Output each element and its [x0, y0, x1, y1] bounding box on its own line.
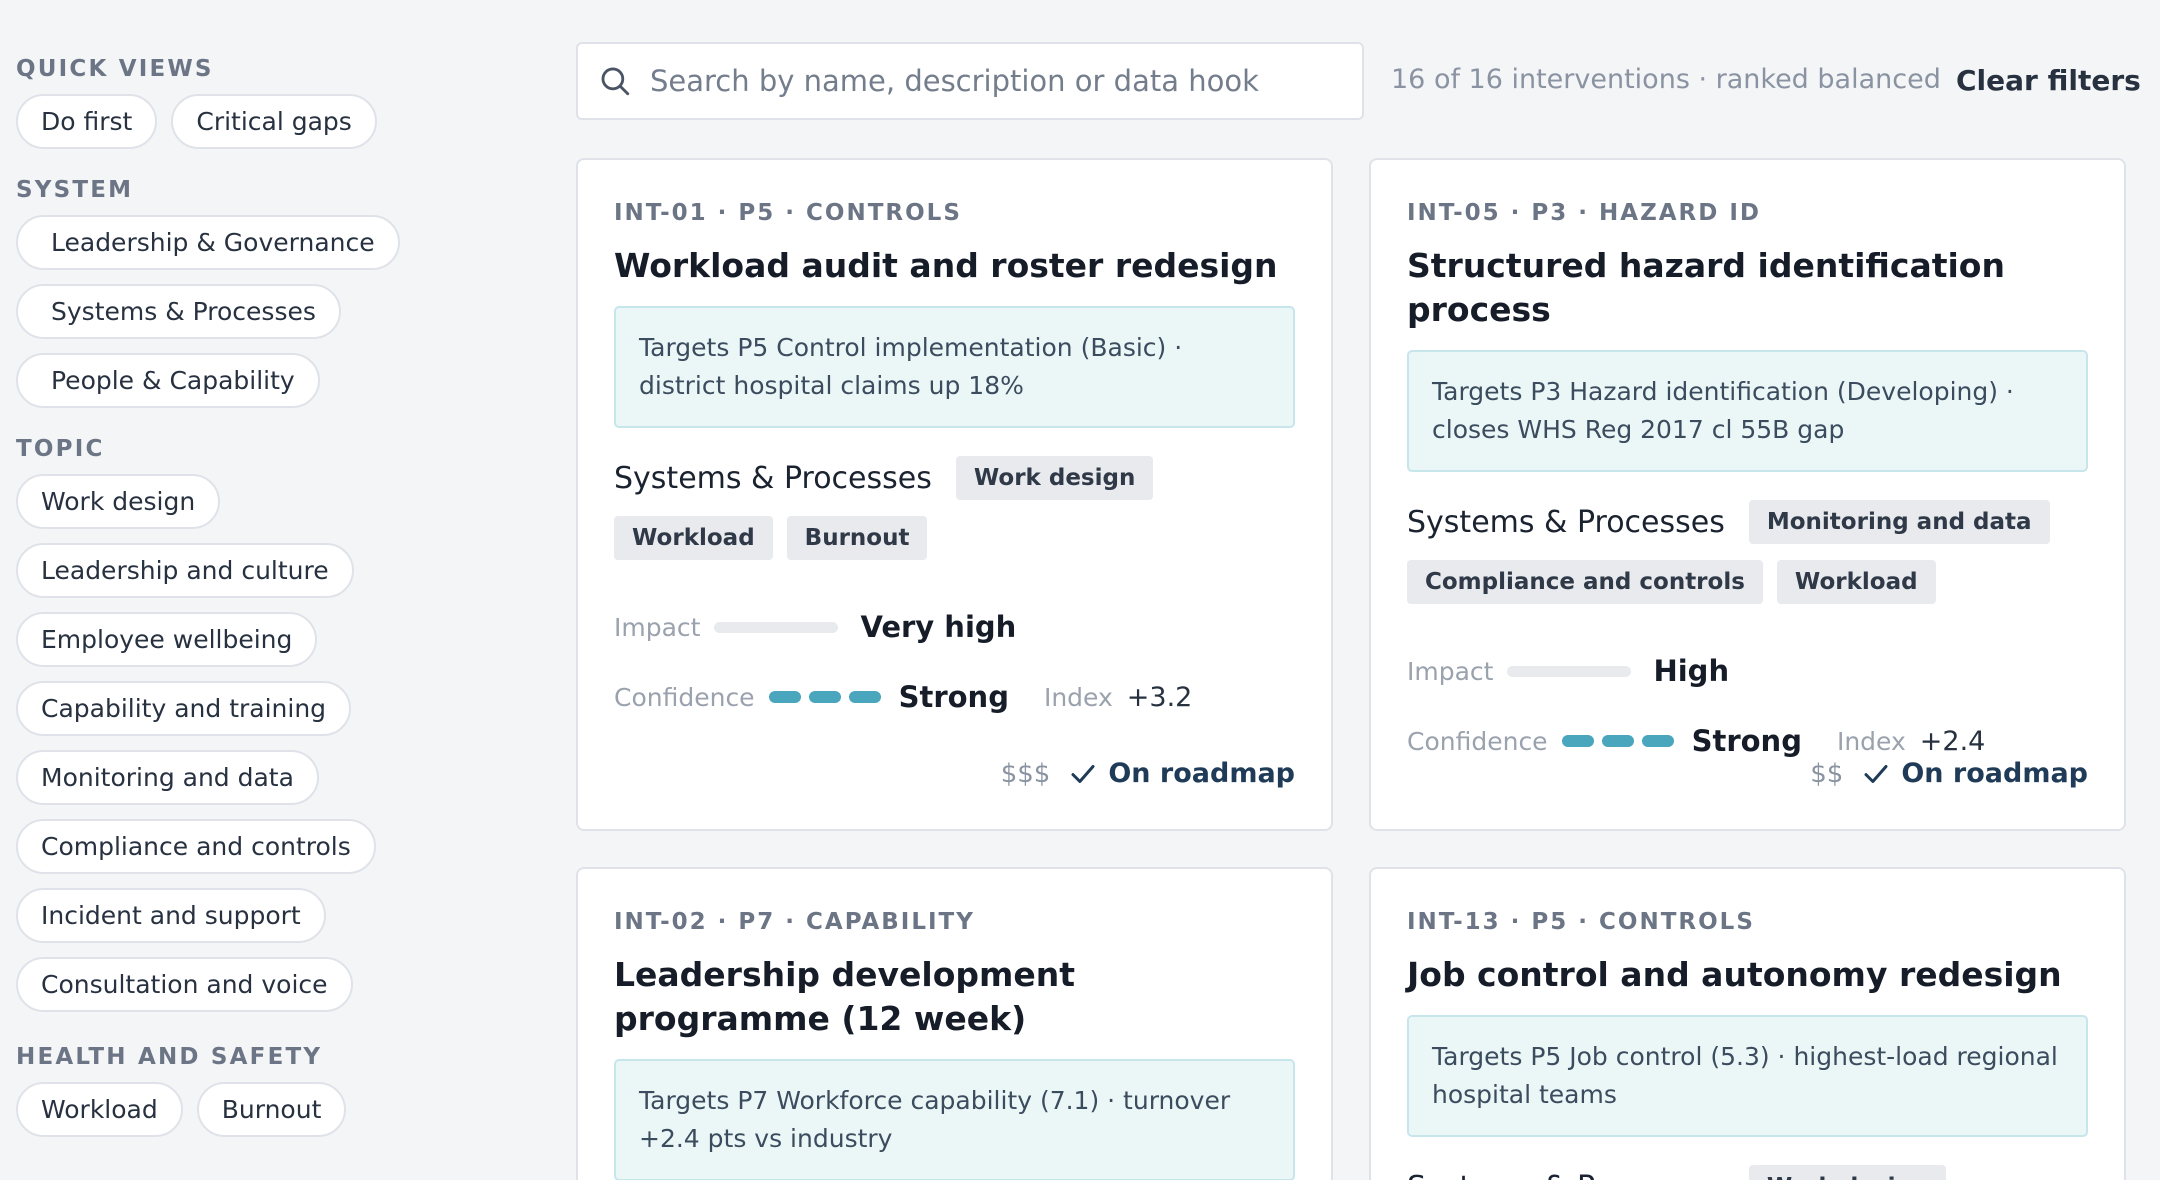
tag: Work design [955, 456, 1154, 500]
impact-value: High [1653, 654, 1730, 688]
intervention-card[interactable]: INT-02 · P7 · CAPABILITY Leadership deve… [576, 867, 1333, 1180]
system-chips: Leadership & Governance Systems & Proces… [16, 215, 486, 408]
chip-people-capability[interactable]: People & Capability [16, 353, 320, 408]
chip-work-design[interactable]: Work design [16, 474, 221, 529]
tag: Monitoring and data [1748, 500, 2050, 544]
card-footer: $$$ On roadmap [1001, 758, 1295, 789]
index-label: Index [1836, 726, 1906, 756]
tag: Compliance and controls [1407, 560, 1763, 604]
card-title: Job control and autonomy redesign [1407, 955, 2062, 994]
search-input[interactable] [650, 64, 1330, 98]
intervention-card[interactable]: INT-01 · P5 · CONTROLS Workload audit an… [576, 158, 1333, 831]
card-title: Workload audit and roster redesign [614, 246, 1278, 285]
chip-systems-processes[interactable]: Systems & Processes [16, 284, 341, 339]
card-target: Targets P5 Job control (5.3) · highest-l… [1407, 1015, 2088, 1137]
card-meta: INT-02 · P7 · CAPABILITY [614, 909, 975, 935]
health-safety-chips: Workload Burnout [16, 1082, 486, 1137]
chip-burnout[interactable]: Burnout [196, 1082, 347, 1137]
card-title: Structured hazard identification process [1407, 246, 2005, 329]
index-label: Index [1043, 682, 1113, 712]
impact-row: Impact High [1407, 654, 2088, 688]
card-target: Targets P5 Control implementation (Basic… [614, 306, 1295, 428]
chip-compliance-controls[interactable]: Compliance and controls [16, 819, 376, 874]
chip-employee-wellbeing[interactable]: Employee wellbeing [16, 612, 318, 667]
chip-consultation-voice[interactable]: Consultation and voice [16, 957, 353, 1012]
roadmap-status[interactable]: On roadmap [1901, 758, 2088, 789]
confidence-value: Strong [1691, 724, 1802, 758]
impact-label: Impact [614, 612, 701, 642]
confidence-segment [808, 691, 841, 703]
card-footer: $$ On roadmap [1810, 758, 2088, 789]
cost-indicator: $$$ [1000, 758, 1051, 789]
card-meta: INT-13 · P5 · CONTROLS [1407, 909, 1755, 935]
card-tags: Systems & Processes Work design [1407, 1165, 2088, 1180]
results-count: 16 of 16 interventions · ranked balanced [1391, 64, 1941, 95]
chip-leadership-culture[interactable]: Leadership and culture [16, 543, 354, 598]
topic-chips: Work design Leadership and culture Emplo… [16, 474, 486, 1012]
index-value: +3.2 [1126, 681, 1193, 713]
section-title-quick-views: QUICK VIEWS [16, 56, 214, 82]
tag: Workload [614, 516, 773, 560]
card-meta: INT-01 · P5 · CONTROLS [614, 200, 962, 226]
check-icon [1071, 764, 1095, 783]
card-target: Targets P7 Workforce capability (7.1) · … [614, 1059, 1295, 1180]
tag: Burnout [786, 516, 928, 560]
section-title-system: SYSTEM [16, 177, 134, 203]
confidence-segment [848, 691, 881, 703]
cost-indicator: $$ [1810, 758, 1844, 789]
chip-monitoring-data[interactable]: Monitoring and data [16, 750, 319, 805]
chip-critical-gaps[interactable]: Critical gaps [171, 94, 377, 149]
confidence-segment [768, 691, 801, 703]
tag: Workload [1776, 560, 1936, 604]
chip-do-first[interactable]: Do first [16, 94, 158, 149]
confidence-label: Confidence [614, 682, 755, 712]
impact-value: Very high [860, 610, 1017, 644]
section-title-health-safety: HEALTH AND SAFETY [16, 1044, 323, 1070]
impact-row: Impact Very high [614, 610, 1295, 644]
check-icon [1864, 764, 1888, 783]
card-meta: INT-05 · P3 · HAZARD ID [1407, 200, 1762, 226]
tag: Work design [1748, 1165, 1947, 1180]
card-tags: Systems & Processes Work design Workload… [614, 456, 1295, 560]
roadmap-status[interactable]: On roadmap [1108, 758, 1295, 789]
card-pillar: Systems & Processes [614, 460, 932, 496]
intervention-card[interactable]: INT-05 · P3 · HAZARD ID Structured hazar… [1369, 158, 2126, 831]
confidence-segment [1641, 735, 1674, 747]
card-tags: Systems & Processes Monitoring and data … [1407, 500, 2088, 604]
impact-bar [714, 621, 839, 633]
quick-views-chips: Do first Critical gaps [16, 94, 486, 149]
intervention-card[interactable]: INT-13 · P5 · CONTROLS Job control and a… [1369, 867, 2126, 1180]
card-pillar: Systems & Processes [1407, 1170, 1725, 1180]
chip-leadership-governance[interactable]: Leadership & Governance [16, 215, 400, 270]
impact-bar [1507, 665, 1632, 677]
confidence-segment [1601, 735, 1634, 747]
confidence-row: Confidence Strong Index +3.2 [614, 680, 1295, 714]
confidence-bars [768, 691, 881, 703]
section-title-topic: TOPIC [16, 436, 105, 462]
filter-sidebar: QUICK VIEWS Do first Critical gaps SYSTE… [16, 52, 486, 1137]
search-icon [601, 67, 630, 96]
impact-label: Impact [1407, 656, 1494, 686]
confidence-bars [1561, 735, 1674, 747]
confidence-row: Confidence Strong Index +2.4 [1407, 724, 2088, 758]
index-value: +2.4 [1919, 725, 1986, 757]
card-pillar: Systems & Processes [1407, 504, 1725, 540]
search-box[interactable] [576, 42, 1364, 120]
chip-capability-training[interactable]: Capability and training [16, 681, 352, 736]
card-title: Leadership development programme (12 wee… [614, 955, 1076, 1038]
chip-workload[interactable]: Workload [16, 1082, 183, 1137]
confidence-label: Confidence [1407, 726, 1548, 756]
card-target: Targets P3 Hazard identification (Develo… [1407, 350, 2088, 472]
chip-incident-support[interactable]: Incident and support [16, 888, 326, 943]
confidence-value: Strong [898, 680, 1009, 714]
clear-filters-button[interactable]: Clear filters [1956, 64, 2141, 97]
confidence-segment [1561, 735, 1594, 747]
